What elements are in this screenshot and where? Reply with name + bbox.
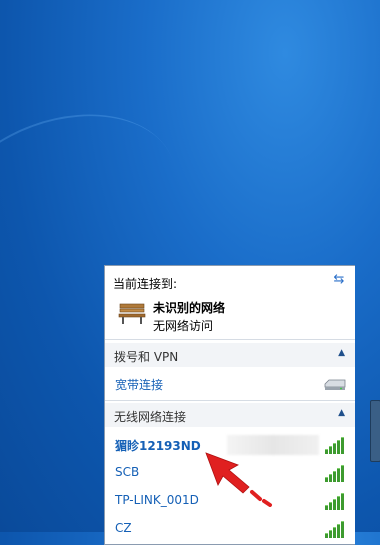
network-item-label: CZ: [115, 521, 132, 535]
current-connection-header: 当前连接到:: [113, 277, 178, 291]
bench-icon: [118, 303, 146, 324]
wifi-signal-icon: [325, 520, 347, 538]
modem-icon: [324, 379, 346, 390]
wifi-signal-icon: [325, 436, 347, 454]
wifi-signal-icon: [325, 492, 347, 510]
network-item-label: 猸眕12193ND: [115, 439, 201, 453]
current-network-status: 无网络访问: [153, 319, 214, 333]
network-item-label: 宽带连接: [115, 378, 164, 392]
section-label: 无线网络连接: [114, 410, 187, 424]
list-item-wifi[interactable]: CZ: [105, 515, 355, 543]
chevron-up-icon[interactable]: ▲: [338, 408, 345, 418]
divider: [105, 400, 355, 401]
scrollbar-thumb[interactable]: [370, 400, 380, 462]
refresh-icon[interactable]: ⇆: [331, 272, 347, 288]
section-dialup-vpn: 拨号和 VPN ▲: [105, 343, 355, 367]
chevron-up-icon[interactable]: ▲: [338, 348, 345, 358]
network-item-label: TP-LINK_001D: [115, 493, 199, 507]
wifi-signal-icon: [325, 464, 347, 482]
red-arrow-annotation: [205, 452, 272, 507]
section-wireless: 无线网络连接 ▲: [105, 403, 355, 427]
section-label: 拨号和 VPN: [114, 350, 179, 364]
list-item-broadband[interactable]: 宽带连接: [105, 370, 355, 398]
current-network-name: 未识别的网络: [153, 301, 226, 315]
network-item-label: SCB: [115, 465, 140, 479]
divider: [105, 339, 355, 340]
